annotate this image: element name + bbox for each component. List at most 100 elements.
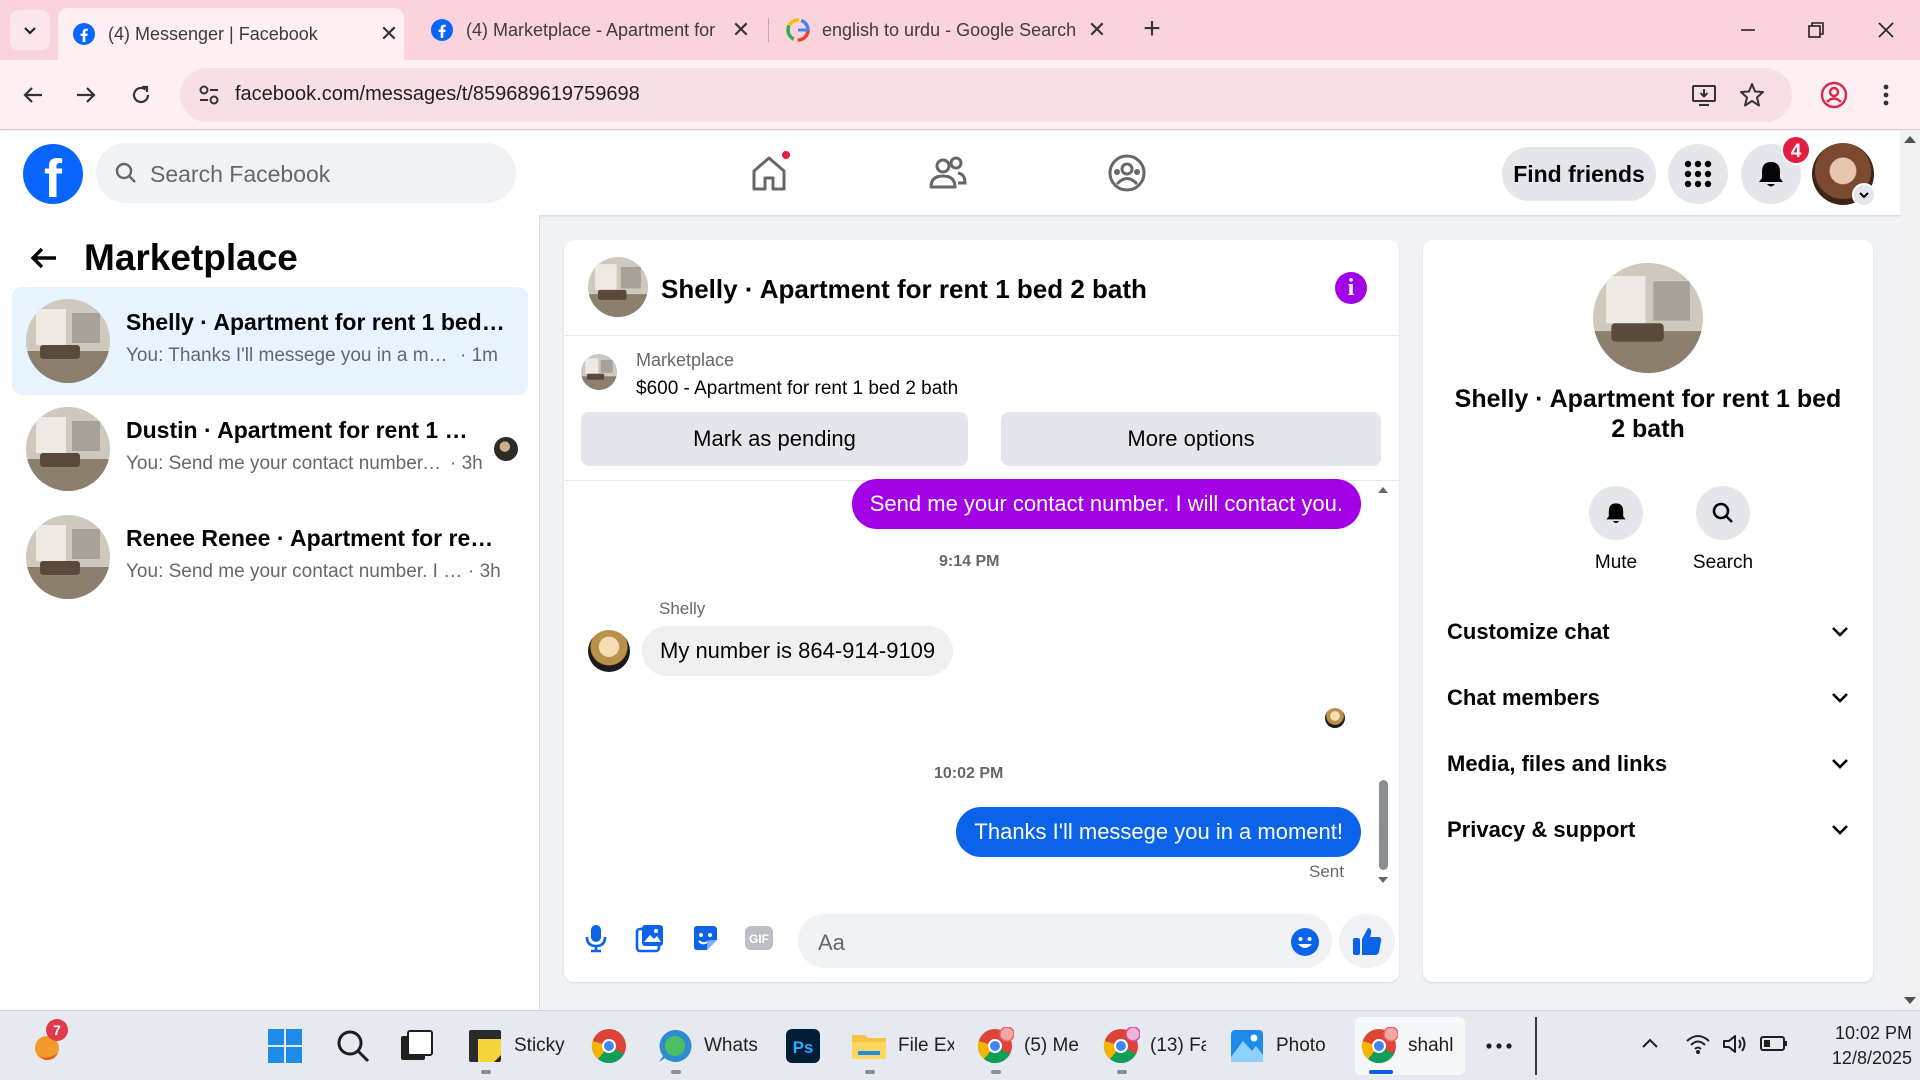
bookmark-star-icon[interactable] xyxy=(1738,81,1766,109)
customize-chat-section[interactable]: Customize chat xyxy=(1447,610,1849,654)
site-settings-icon[interactable] xyxy=(196,82,222,108)
sticky-notes-icon xyxy=(469,1030,501,1062)
minimize-window-button[interactable] xyxy=(1728,10,1768,50)
close-tab-icon[interactable]: ✕ xyxy=(374,21,404,47)
tab-title: (4) Messenger | Facebook xyxy=(108,23,318,44)
taskbar-app-chrome-profile-1[interactable]: (5) Me xyxy=(976,1023,1080,1069)
browser-tab-marketplace[interactable]: (4) Marketplace - Apartment for ✕ xyxy=(416,8,756,52)
taskbar-app-whatsapp[interactable]: Whats xyxy=(656,1023,760,1069)
page-scrollbar[interactable] xyxy=(1900,131,1920,1010)
taskbar-app-photoshop[interactable]: Ps xyxy=(784,1023,822,1069)
nav-groups[interactable] xyxy=(1105,151,1149,195)
facebook-favicon-icon xyxy=(431,19,453,41)
preview-text: You: Send me your contact number. I will… xyxy=(126,453,446,474)
chevron-up-icon[interactable] xyxy=(1640,1033,1660,1053)
more-vertical-icon xyxy=(1883,84,1889,106)
conversation-item[interactable]: Renee Renee · Apartment for rent 1 bed 2… xyxy=(12,503,528,611)
conversation-avatar[interactable] xyxy=(1593,263,1703,373)
reload-button[interactable] xyxy=(121,75,161,115)
find-friends-button[interactable]: Find friends xyxy=(1502,147,1656,201)
new-tab-button[interactable]: + xyxy=(1134,12,1170,48)
profile-button[interactable] xyxy=(1814,75,1854,115)
taskbar-app-photos[interactable]: Photo xyxy=(1228,1023,1332,1069)
search-action[interactable]: Search xyxy=(1678,486,1768,574)
back-arrow-icon[interactable] xyxy=(28,242,60,274)
search-taskbar-button[interactable] xyxy=(334,1023,372,1069)
privacy-support-section[interactable]: Privacy & support xyxy=(1447,808,1849,852)
message-input[interactable]: Aa xyxy=(798,914,1332,968)
taskbar-app-file-explorer[interactable]: File Ex xyxy=(850,1023,954,1069)
listing-description[interactable]: $600 - Apartment for rent 1 bed 2 bath xyxy=(636,378,958,400)
close-tab-icon[interactable]: ✕ xyxy=(726,17,756,43)
chevron-down-icon xyxy=(1832,759,1848,769)
svg-text:GIF: GIF xyxy=(749,932,769,946)
emoji-icon[interactable] xyxy=(1290,927,1320,957)
google-favicon-icon xyxy=(786,18,810,42)
chat-avatar[interactable] xyxy=(588,257,648,317)
info-icon[interactable]: i xyxy=(1335,272,1367,304)
start-button[interactable] xyxy=(266,1023,304,1069)
wifi-icon[interactable] xyxy=(1685,1033,1711,1055)
sticker-icon xyxy=(694,926,717,950)
system-clock[interactable]: 10:02 PM 12/8/2025 xyxy=(1796,1021,1912,1071)
nav-friends[interactable] xyxy=(926,151,970,195)
mute-action[interactable]: Mute xyxy=(1571,486,1661,574)
listing-thumbnail[interactable] xyxy=(581,354,617,390)
send-like-button[interactable] xyxy=(1339,914,1395,968)
forward-button[interactable] xyxy=(66,75,106,115)
battery-icon[interactable] xyxy=(1760,1033,1788,1053)
taskbar-app-chrome-profile-2[interactable]: (13) Fa xyxy=(1102,1023,1206,1069)
facebook-logo-icon[interactable]: f xyxy=(23,144,83,204)
read-receipt-avatar xyxy=(1325,708,1345,728)
taskbar-app-chrome[interactable] xyxy=(590,1023,628,1069)
sticker-button[interactable] xyxy=(687,920,723,956)
tab-search-button[interactable] xyxy=(10,10,50,50)
voice-clip-button[interactable] xyxy=(578,920,614,956)
message-composer: GIF Aa xyxy=(564,900,1399,982)
volume-icon[interactable] xyxy=(1722,1033,1748,1055)
conversation-item[interactable]: Dustin · Apartment for rent 1 bed 2 bath… xyxy=(12,395,528,503)
media-files-links-section[interactable]: Media, files and links xyxy=(1447,742,1849,786)
browser-menu-button[interactable] xyxy=(1866,75,1906,115)
bell-icon xyxy=(1759,162,1783,187)
tab-title: english to urdu - Google Search xyxy=(822,19,1077,40)
chat-title[interactable]: Shelly · Apartment for rent 1 bed 2 bath xyxy=(661,274,1147,305)
chat-scrollbar-thumb[interactable] xyxy=(1379,780,1388,870)
close-tab-icon[interactable]: ✕ xyxy=(1082,17,1112,43)
conversation-item[interactable]: Shelly · Apartment for rent 1 bed 2 bath… xyxy=(12,287,528,395)
address-bar[interactable]: facebook.com/messages/t/859689619759698 xyxy=(180,68,1792,122)
conversation-preview: You: Thanks I'll messege you in a moment… xyxy=(126,345,498,367)
mute-button[interactable] xyxy=(1589,486,1643,540)
task-view-button[interactable] xyxy=(398,1023,436,1069)
gif-button[interactable]: GIF xyxy=(741,920,777,956)
facebook-search-box[interactable]: Search Facebook xyxy=(96,143,516,203)
photoshop-icon: Ps xyxy=(786,1029,820,1063)
back-button[interactable] xyxy=(13,75,53,115)
url-text[interactable]: facebook.com/messages/t/859689619759698 xyxy=(235,83,640,106)
menu-grid-button[interactable] xyxy=(1668,144,1728,204)
browser-tab-google[interactable]: english to urdu - Google Search ✕ xyxy=(772,8,1112,52)
task-view-icon xyxy=(401,1030,433,1060)
close-window-button[interactable] xyxy=(1866,10,1906,50)
sender-avatar[interactable] xyxy=(588,630,630,672)
chevron-down-icon xyxy=(1859,192,1869,199)
taskbar-app-chrome-profile-3[interactable]: shahl xyxy=(1360,1023,1464,1069)
chevron-down-icon xyxy=(1832,693,1848,703)
install-app-icon[interactable] xyxy=(1690,81,1718,109)
taskbar-app-sticky[interactable]: Sticky xyxy=(466,1023,570,1069)
taskbar-overflow-button[interactable] xyxy=(1480,1023,1518,1069)
chat-members-section[interactable]: Chat members xyxy=(1447,676,1849,720)
search-in-conversation-button[interactable] xyxy=(1696,486,1750,540)
clock-date: 12/8/2025 xyxy=(1831,1048,1912,1068)
restore-window-button[interactable] xyxy=(1796,10,1836,50)
more-options-button[interactable]: More options xyxy=(1001,412,1381,466)
running-indicator xyxy=(865,1070,875,1074)
attach-media-button[interactable] xyxy=(632,920,668,956)
account-menu-button[interactable] xyxy=(1852,183,1876,207)
close-icon xyxy=(1878,22,1894,38)
message-status: Sent xyxy=(1309,862,1344,881)
preview-time: · 3h xyxy=(468,561,501,582)
chevron-down-icon xyxy=(1832,627,1848,637)
browser-tab-messenger[interactable]: (4) Messenger | Facebook ✕ xyxy=(58,8,404,60)
mark-as-pending-button[interactable]: Mark as pending xyxy=(581,412,968,466)
